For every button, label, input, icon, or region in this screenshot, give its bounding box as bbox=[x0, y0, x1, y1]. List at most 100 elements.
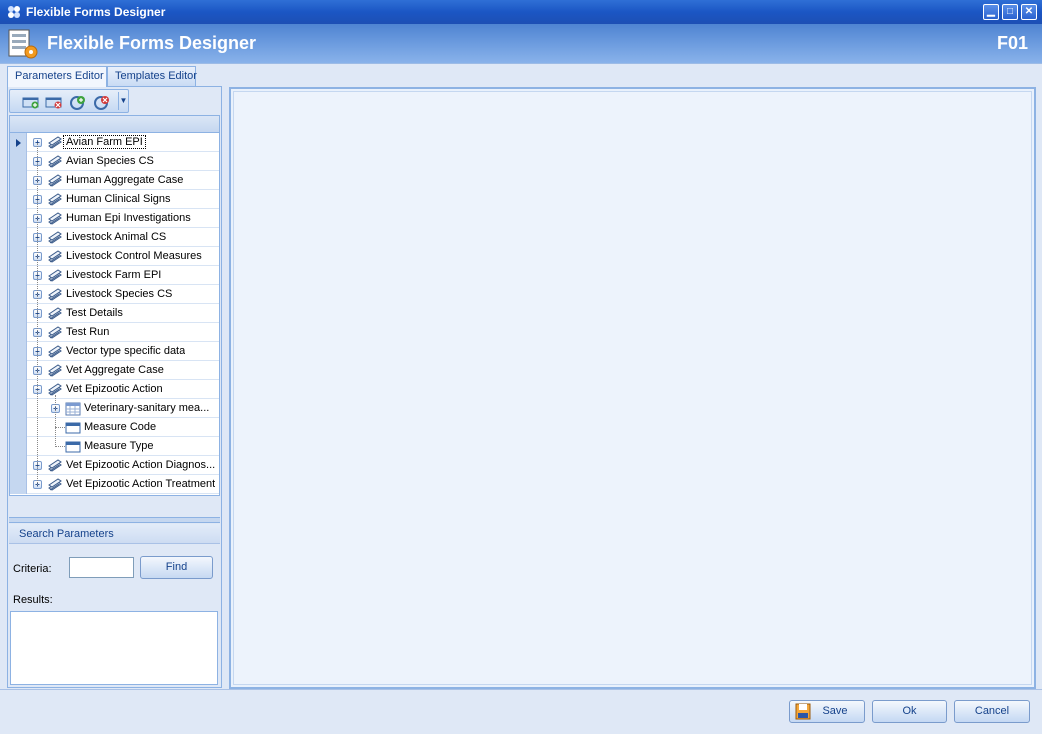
ok-button[interactable]: Ok bbox=[872, 700, 947, 723]
tree-item-label: Vet Epizootic Action Diagnos... bbox=[66, 459, 216, 471]
tree-item-label: Test Run bbox=[66, 326, 110, 338]
tree-row[interactable]: + Livestock Control Measures bbox=[10, 247, 219, 266]
row-selector[interactable] bbox=[10, 399, 27, 418]
designer-canvas-inner bbox=[233, 91, 1032, 685]
cancel-button[interactable]: Cancel bbox=[954, 700, 1030, 723]
row-selector[interactable] bbox=[10, 247, 27, 266]
section-icon bbox=[48, 307, 62, 320]
tree-item-label: Avian Farm EPI bbox=[63, 135, 146, 149]
row-selector[interactable] bbox=[10, 190, 27, 209]
forms-designer-icon bbox=[8, 29, 38, 59]
tree-row[interactable]: + Veterinary-sanitary mea... bbox=[10, 399, 219, 418]
tree-row[interactable]: + Livestock Species CS bbox=[10, 285, 219, 304]
results-label: Results: bbox=[13, 594, 53, 606]
section-icon bbox=[48, 326, 62, 339]
tree-row[interactable]: − Vet Epizootic Action bbox=[10, 380, 219, 399]
close-button[interactable]: ✕ bbox=[1021, 4, 1037, 20]
section-icon bbox=[48, 288, 62, 301]
criteria-input[interactable] bbox=[69, 557, 134, 578]
tree-item-label: Vector type specific data bbox=[66, 345, 186, 357]
tab-templates-editor[interactable]: Templates Editor bbox=[107, 66, 197, 86]
section-icon bbox=[48, 155, 62, 168]
tree-item-label: Livestock Animal CS bbox=[66, 231, 167, 243]
tree-item-label: Vet Epizootic Action Treatment bbox=[66, 478, 216, 490]
tree-row[interactable]: + Livestock Farm EPI bbox=[10, 266, 219, 285]
tree-row[interactable]: + Test Details bbox=[10, 304, 219, 323]
tree-item-label: Livestock Farm EPI bbox=[66, 269, 162, 281]
tree-row[interactable]: + Test Run bbox=[10, 323, 219, 342]
tree-item-label: Veterinary-sanitary mea... bbox=[84, 402, 210, 414]
maximize-button[interactable]: □ bbox=[1002, 4, 1018, 20]
section-icon bbox=[48, 231, 62, 244]
criteria-label: Criteria: bbox=[13, 563, 52, 575]
tree-guide-line bbox=[37, 143, 38, 485]
find-button[interactable]: Find bbox=[140, 556, 213, 579]
parameters-tree: + Avian Farm EPI + Avian Species CS + Human A… bbox=[9, 115, 220, 496]
parameters-toolbar: ▼ bbox=[9, 89, 129, 113]
form-code: F01 bbox=[996, 33, 1028, 53]
row-selector[interactable] bbox=[10, 475, 27, 494]
tree-row[interactable]: + Livestock Animal CS bbox=[10, 228, 219, 247]
toolbar-overflow-dropdown[interactable]: ▼ bbox=[118, 92, 128, 110]
row-selector[interactable] bbox=[10, 418, 27, 437]
save-icon bbox=[795, 703, 811, 720]
row-selector[interactable] bbox=[10, 437, 27, 456]
tree-row[interactable]: Measure Type bbox=[10, 437, 219, 456]
tree-header bbox=[10, 116, 219, 133]
tree-row[interactable]: + Human Epi Investigations bbox=[10, 209, 219, 228]
designer-canvas[interactable] bbox=[229, 87, 1036, 689]
row-selector[interactable] bbox=[10, 456, 27, 475]
tree-item-label: Human Epi Investigations bbox=[66, 212, 191, 224]
row-selector[interactable] bbox=[10, 380, 27, 399]
tree-row[interactable]: + Avian Farm EPI bbox=[10, 133, 219, 152]
section-icon bbox=[48, 478, 62, 491]
window-title: Flexible Forms Designer bbox=[26, 5, 166, 19]
results-list[interactable] bbox=[10, 611, 218, 685]
tree-row[interactable]: + Avian Species CS bbox=[10, 152, 219, 171]
tree-item-label: Test Details bbox=[66, 307, 123, 319]
save-button[interactable]: Save bbox=[789, 700, 865, 723]
row-selector[interactable] bbox=[10, 342, 27, 361]
row-selector[interactable] bbox=[10, 152, 27, 171]
row-selector[interactable] bbox=[10, 323, 27, 342]
tree-connector bbox=[55, 446, 65, 447]
horizontal-splitter[interactable] bbox=[9, 517, 220, 523]
table-icon bbox=[65, 402, 81, 416]
tree-row[interactable]: + Vet Epizootic Action Diagnos... bbox=[10, 456, 219, 475]
tree-row[interactable]: + Human Clinical Signs bbox=[10, 190, 219, 209]
tree-row[interactable]: + Vet Aggregate Case bbox=[10, 361, 219, 380]
search-panel-header: Search Parameters bbox=[9, 524, 220, 544]
row-selector[interactable] bbox=[10, 171, 27, 190]
row-selector[interactable] bbox=[10, 361, 27, 380]
row-selector[interactable] bbox=[10, 209, 27, 228]
field-icon bbox=[65, 441, 81, 453]
section-icon bbox=[48, 212, 62, 225]
tree-connector bbox=[55, 427, 65, 428]
row-selector[interactable] bbox=[10, 304, 27, 323]
tree-row[interactable]: Measure Code bbox=[10, 418, 219, 437]
row-selector[interactable] bbox=[10, 228, 27, 247]
row-selector[interactable] bbox=[10, 133, 27, 152]
minimize-button[interactable]: ▁ bbox=[983, 4, 999, 20]
tab-parameters-editor[interactable]: Parameters Editor bbox=[7, 66, 107, 87]
section-icon bbox=[48, 345, 62, 358]
window-titlebar[interactable]: Flexible Forms Designer ▁ □ ✕ bbox=[0, 0, 1042, 24]
section-icon bbox=[48, 364, 62, 377]
remove-section-icon[interactable] bbox=[45, 94, 63, 110]
remove-parameter-icon[interactable] bbox=[93, 94, 111, 110]
form-header: Flexible Forms Designer F01 bbox=[0, 24, 1042, 64]
tree-row[interactable]: + Human Aggregate Case bbox=[10, 171, 219, 190]
current-row-indicator-icon bbox=[16, 139, 21, 147]
tree-row[interactable]: + Vector type specific data bbox=[10, 342, 219, 361]
dialog-footer: Save Ok Cancel bbox=[0, 689, 1042, 734]
tree-item-label: Measure Type bbox=[84, 440, 154, 452]
add-parameter-icon[interactable] bbox=[69, 94, 87, 110]
tree-rows: + Avian Farm EPI + Avian Species CS + Human A… bbox=[10, 133, 219, 494]
field-icon bbox=[65, 422, 81, 434]
section-icon bbox=[48, 136, 62, 149]
tree-item-label: Measure Code bbox=[84, 421, 157, 433]
add-section-icon[interactable] bbox=[22, 94, 40, 110]
tree-row[interactable]: + Vet Epizootic Action Treatment bbox=[10, 475, 219, 494]
row-selector[interactable] bbox=[10, 285, 27, 304]
row-selector[interactable] bbox=[10, 266, 27, 285]
